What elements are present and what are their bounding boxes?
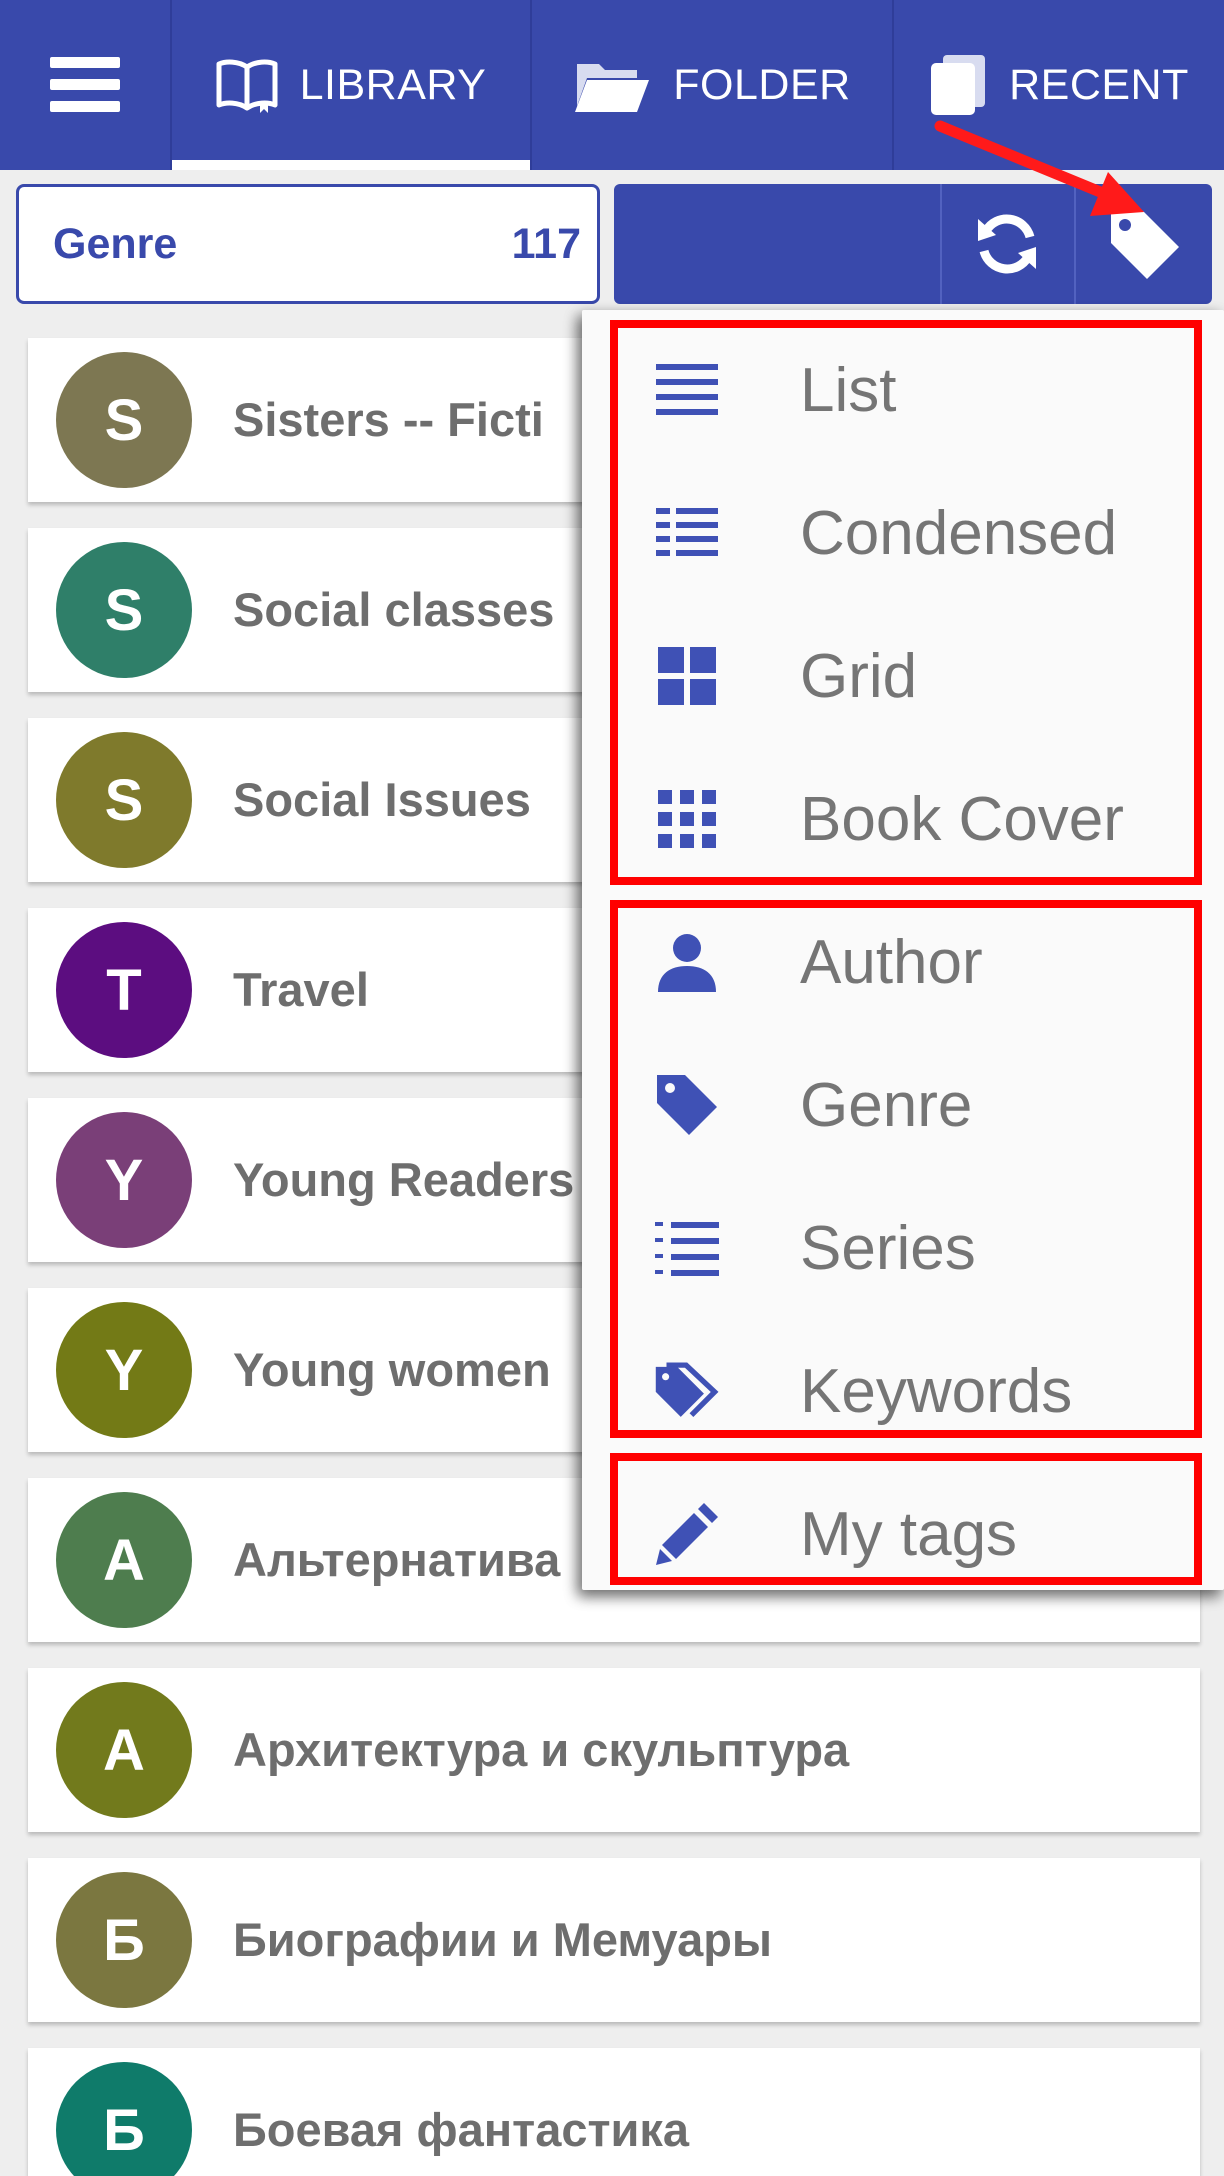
- list-item-label: Sisters -- Ficti: [233, 393, 544, 446]
- menu-item-label: Grid: [800, 642, 918, 711]
- person-icon: [654, 929, 720, 995]
- list-item-label: Young women: [233, 1343, 551, 1396]
- annotation-arrow: [934, 120, 1144, 216]
- list-item-label: Social Issues: [233, 773, 531, 826]
- avatar: A: [56, 1682, 192, 1818]
- book-cover-grid-icon: [654, 786, 720, 852]
- menu-item-series[interactable]: Series: [582, 1177, 1224, 1320]
- view-group-menu-panel: List Condensed Grid Book Cover Author Ge…: [582, 310, 1224, 1590]
- tab-library[interactable]: LIBRARY: [172, 0, 530, 170]
- tab-library-label: LIBRARY: [299, 60, 487, 109]
- menu-item-condensed[interactable]: Condensed: [582, 462, 1224, 605]
- avatar: S: [56, 352, 192, 488]
- group-by-selector[interactable]: Genre 117: [16, 184, 600, 304]
- avatar: Y: [56, 1302, 192, 1438]
- hamburger-menu-button[interactable]: [0, 0, 170, 170]
- list-icon: [654, 357, 720, 423]
- tags-icon: [654, 1358, 720, 1424]
- group-count: 117: [511, 219, 581, 268]
- avatar: A: [56, 1492, 192, 1628]
- menu-item-label: Book Cover: [800, 785, 1124, 854]
- menu-item-keywords[interactable]: Keywords: [582, 1320, 1224, 1463]
- folder-icon: [573, 56, 651, 114]
- menu-item-label: Condensed: [800, 499, 1118, 568]
- avatar: T: [56, 922, 192, 1058]
- avatar: Y: [56, 1112, 192, 1248]
- book-icon: [216, 57, 278, 113]
- list-item[interactable]: Б Биографии и Мемуары: [28, 1858, 1200, 2022]
- avatar: Б: [56, 2062, 192, 2176]
- menu-item-label: Author: [800, 928, 983, 997]
- avatar: S: [56, 732, 192, 868]
- selected-tab-indicator: [172, 160, 530, 170]
- tab-folder-label: FOLDER: [673, 60, 851, 109]
- hamburger-menu-icon: [50, 57, 120, 112]
- tab-folder[interactable]: FOLDER: [532, 0, 892, 170]
- condensed-list-icon: [654, 500, 720, 566]
- avatar: S: [56, 542, 192, 678]
- list-item-label: Альтернатива: [233, 1533, 561, 1586]
- list-item-label: Social classes: [233, 583, 555, 636]
- avatar: Б: [56, 1872, 192, 2008]
- tag-icon: [654, 1072, 720, 1138]
- tab-recent-label: RECENT: [1009, 60, 1189, 109]
- menu-item-grid[interactable]: Grid: [582, 605, 1224, 748]
- list-item-label: Travel: [233, 963, 369, 1016]
- group-by-label: Genre: [53, 219, 178, 268]
- menu-item-label: List: [800, 356, 897, 425]
- menu-item-label: Keywords: [800, 1357, 1073, 1426]
- list-item-label: Боевая фантастика: [233, 2103, 690, 2156]
- numbered-list-icon: [654, 1215, 720, 1281]
- recent-books-icon: [929, 53, 987, 117]
- grid-icon: [654, 643, 720, 709]
- menu-item-label: My tags: [800, 1500, 1018, 1569]
- list-item-label: Биографии и Мемуары: [233, 1913, 773, 1966]
- menu-item-author[interactable]: Author: [582, 891, 1224, 1034]
- menu-item-my-tags[interactable]: My tags: [582, 1463, 1224, 1606]
- list-item-label: Архитектура и скульптура: [233, 1723, 850, 1776]
- menu-item-list[interactable]: List: [582, 319, 1224, 462]
- list-item[interactable]: Б Боевая фантастика: [28, 2048, 1200, 2176]
- list-item-label: Young Readers: [233, 1153, 575, 1206]
- menu-item-label: Genre: [800, 1071, 973, 1140]
- menu-item-genre[interactable]: Genre: [582, 1034, 1224, 1177]
- menu-item-label: Series: [800, 1214, 976, 1283]
- list-item[interactable]: A Архитектура и скульптура: [28, 1668, 1200, 1832]
- pencil-icon: [654, 1501, 720, 1567]
- menu-item-book-cover[interactable]: Book Cover: [582, 748, 1224, 891]
